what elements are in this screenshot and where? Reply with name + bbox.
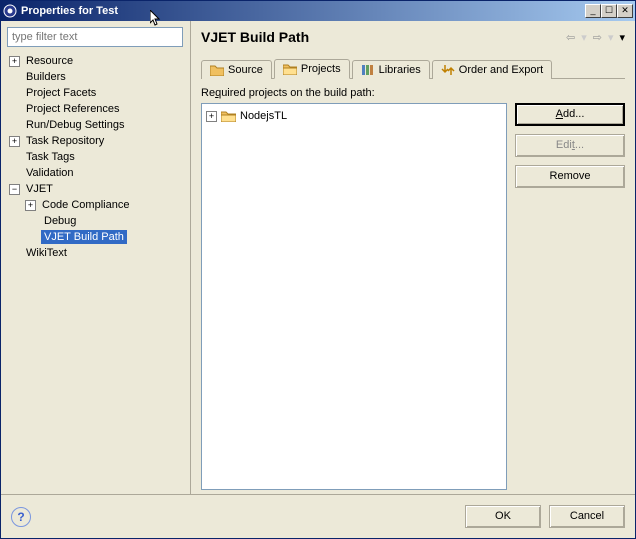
tree-item-code-compliance[interactable]: +Code Compliance xyxy=(7,197,184,213)
project-name: NodejsTL xyxy=(240,110,287,122)
minimize-button[interactable]: _ xyxy=(585,4,601,18)
tree-item-task-repository[interactable]: +Task Repository xyxy=(7,133,184,149)
properties-dialog: Properties for Test _ ☐ ✕ +Resource Buil… xyxy=(0,0,636,539)
folder-icon xyxy=(221,110,236,122)
tree-item-vjet[interactable]: −VJET xyxy=(7,181,184,197)
nav-arrows: ⇦▾ ⇨▾ ▾ xyxy=(566,31,625,44)
expand-icon[interactable]: + xyxy=(9,56,20,67)
back-icon[interactable]: ⇦ xyxy=(566,31,575,44)
category-tree[interactable]: +Resource Builders Project Facets Projec… xyxy=(7,53,184,488)
tab-projects-content: Required projects on the build path: + N… xyxy=(201,79,625,490)
footer: ? OK Cancel xyxy=(1,494,635,538)
tree-item-project-references[interactable]: Project References xyxy=(7,101,184,117)
add-button[interactable]: Add... xyxy=(515,103,625,126)
tree-item-builders[interactable]: Builders xyxy=(7,69,184,85)
collapse-icon[interactable]: − xyxy=(9,184,20,195)
order-export-icon xyxy=(441,64,455,76)
main-header: VJET Build Path ⇦▾ ⇨▾ ▾ xyxy=(201,29,625,45)
ok-button[interactable]: OK xyxy=(465,505,541,528)
expand-icon[interactable]: + xyxy=(206,111,217,122)
cancel-button[interactable]: Cancel xyxy=(549,505,625,528)
category-pane: +Resource Builders Project Facets Projec… xyxy=(1,21,191,494)
source-icon xyxy=(210,64,224,76)
edit-button[interactable]: Edit... xyxy=(515,134,625,157)
body: +Resource Builders Project Facets Projec… xyxy=(1,21,635,494)
tree-item-project-facets[interactable]: Project Facets xyxy=(7,85,184,101)
forward-icon[interactable]: ⇨ xyxy=(593,31,602,44)
filter-input[interactable] xyxy=(7,27,183,47)
titlebar[interactable]: Properties for Test _ ☐ ✕ xyxy=(1,1,635,21)
window-controls: _ ☐ ✕ xyxy=(585,4,633,18)
page-title: VJET Build Path xyxy=(201,29,566,45)
tree-item-validation[interactable]: Validation xyxy=(7,165,184,181)
tree-item-resource[interactable]: +Resource xyxy=(7,53,184,69)
menu-icon[interactable]: ▾ xyxy=(619,31,625,44)
tab-order-export[interactable]: Order and Export xyxy=(432,60,552,79)
libraries-icon xyxy=(361,64,375,76)
tree-item-task-tags[interactable]: Task Tags xyxy=(7,149,184,165)
tree-item-debug[interactable]: Debug xyxy=(7,213,184,229)
remove-button[interactable]: Remove xyxy=(515,165,625,188)
maximize-button[interactable]: ☐ xyxy=(601,4,617,18)
close-button[interactable]: ✕ xyxy=(617,4,633,18)
tab-libraries[interactable]: Libraries xyxy=(352,60,430,79)
main-pane: VJET Build Path ⇦▾ ⇨▾ ▾ Source Projects xyxy=(191,21,635,494)
app-icon xyxy=(3,4,17,18)
window-title: Properties for Test xyxy=(21,5,585,17)
tree-item-vjet-build-path[interactable]: VJET Build Path xyxy=(7,229,184,245)
tabs: Source Projects Libraries Order and Expo… xyxy=(201,55,625,79)
tree-item-wikitext[interactable]: WikiText xyxy=(7,245,184,261)
projects-icon xyxy=(283,63,297,75)
expand-icon[interactable]: + xyxy=(9,136,20,147)
project-item[interactable]: + NodejsTL xyxy=(206,108,502,124)
tab-projects[interactable]: Projects xyxy=(274,59,350,79)
help-icon[interactable]: ? xyxy=(11,507,31,527)
side-buttons: Add... Edit... Remove xyxy=(515,103,625,490)
projects-list[interactable]: + NodejsTL xyxy=(201,103,507,490)
tree-item-run-debug[interactable]: Run/Debug Settings xyxy=(7,117,184,133)
expand-icon[interactable]: + xyxy=(25,200,36,211)
required-projects-label: Required projects on the build path: xyxy=(201,87,625,99)
tab-source[interactable]: Source xyxy=(201,60,272,79)
